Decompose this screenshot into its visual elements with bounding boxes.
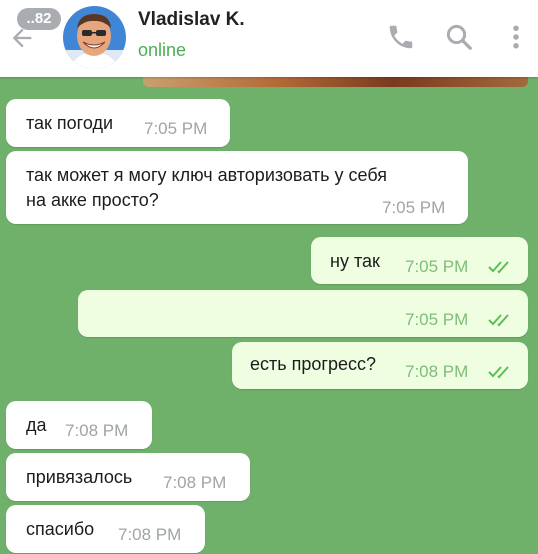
message-bubble-incoming[interactable]: так может я могу ключ авторизовать у себ… bbox=[6, 151, 468, 224]
chat-header: ..82 Vladislav K. online bbox=[0, 0, 538, 77]
message-text: на акке просто? bbox=[26, 190, 159, 210]
double-check-icon bbox=[488, 314, 509, 327]
message-time: 7:08 PM bbox=[65, 421, 129, 440]
message-bubble-incoming[interactable]: привязалось 7:08 PM bbox=[6, 453, 250, 501]
message-text: привязалось bbox=[26, 467, 133, 487]
message-text: да bbox=[26, 415, 47, 435]
double-check-icon bbox=[488, 366, 509, 379]
message-text: так может я могу ключ авторизовать у себ… bbox=[26, 165, 388, 185]
avatar[interactable] bbox=[63, 6, 126, 69]
unread-count-badge: ..82 bbox=[17, 8, 61, 30]
message-text: спасибо bbox=[26, 519, 95, 539]
message-bubble-incoming[interactable]: так погоди 7:05 PM bbox=[6, 99, 230, 147]
avatar-image bbox=[63, 6, 126, 69]
message-text: есть прогресс? bbox=[250, 354, 376, 374]
phone-icon[interactable] bbox=[386, 22, 416, 52]
message-time: 7:05 PM bbox=[405, 257, 469, 276]
message-bubble-outgoing[interactable]: 7:05 PM bbox=[78, 290, 528, 337]
message-bubble-incoming[interactable]: да 7:08 PM bbox=[6, 401, 152, 449]
message-time: 7:05 PM bbox=[382, 198, 446, 217]
message-time: 7:08 PM bbox=[163, 473, 227, 492]
more-vertical-icon[interactable] bbox=[501, 22, 531, 52]
message-time: 7:05 PM bbox=[144, 119, 208, 138]
message-bubble-outgoing[interactable]: есть прогресс? 7:08 PM bbox=[232, 342, 528, 389]
message-bubble-outgoing[interactable]: ну так 7:05 PM bbox=[311, 237, 528, 284]
contact-name[interactable]: Vladislav K. bbox=[138, 9, 245, 31]
search-icon[interactable] bbox=[444, 22, 474, 52]
message-bubble-incoming[interactable]: спасибо 7:08 PM bbox=[6, 505, 205, 553]
message-text: ну так bbox=[330, 251, 380, 271]
photo-message-fragment[interactable] bbox=[143, 77, 528, 87]
message-time: 7:05 PM bbox=[405, 310, 469, 329]
message-text: так погоди bbox=[26, 113, 114, 133]
back-button[interactable]: ..82 bbox=[0, 0, 62, 77]
double-check-icon bbox=[488, 261, 509, 274]
message-time: 7:08 PM bbox=[405, 362, 469, 381]
message-time: 7:08 PM bbox=[118, 525, 182, 544]
contact-status: online bbox=[138, 40, 187, 60]
